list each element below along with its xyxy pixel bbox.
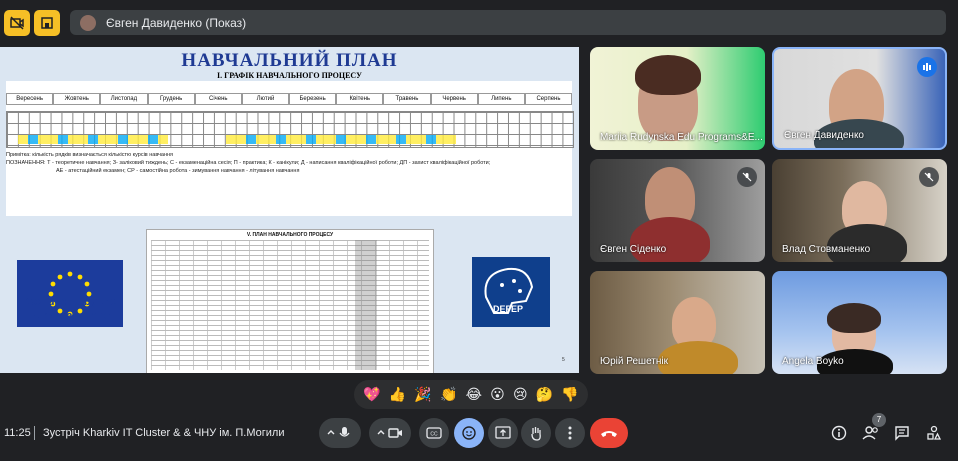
reaction-clap-button[interactable]: 👏 (440, 386, 457, 403)
participant-tile[interactable]: Mariia Rudynska Edu Programs&E... (590, 47, 765, 150)
curriculum-document: V. ПЛАН НАВЧАЛЬНОГО ПРОЦЕСУ (146, 229, 434, 373)
month-cell: Серпень (524, 93, 573, 105)
reaction-thumbs-down-button[interactable]: 👎 (561, 386, 578, 403)
shared-screen[interactable]: НАВЧАЛЬНИЙ ПЛАН І. ГРАФІК НАВЧАЛЬНОГО ПР… (0, 47, 579, 373)
leave-call-button[interactable] (590, 418, 628, 448)
present-lock-icon[interactable] (34, 10, 60, 36)
participant-name: Євген Давиденко (784, 130, 864, 141)
more-options-button[interactable] (555, 418, 585, 448)
month-cell: Травень (383, 93, 431, 105)
activities-button[interactable] (923, 422, 945, 444)
clock: 11:25 (4, 427, 31, 439)
meeting-info-button[interactable] (828, 422, 850, 444)
participant-tile[interactable]: Євген Сіденко (590, 159, 765, 262)
month-cell: Січень (194, 93, 242, 105)
mic-off-icon (737, 167, 757, 187)
participant-tile-speaking[interactable]: Євген Давиденко (772, 47, 947, 150)
slide-title: НАВЧАЛЬНИЙ ПЛАН (181, 50, 398, 71)
captions-button[interactable]: CC (419, 418, 449, 448)
defep-label: DEFEP (493, 304, 524, 314)
month-cell: Листопад (100, 93, 148, 105)
mic-off-icon (919, 167, 939, 187)
participant-video (827, 303, 881, 333)
reaction-surprised-button[interactable]: 😮 (490, 386, 505, 403)
participant-video (635, 55, 701, 95)
note-line: ПОЗНАЧЕННЯ: Т - теоретичне навчання; З- … (6, 160, 491, 166)
page-number: 5 (562, 357, 565, 363)
participant-count-badge: 7 (872, 413, 886, 427)
month-cell: Березень (289, 93, 337, 105)
participant-tile[interactable]: Angela Boyko (772, 271, 947, 374)
reactions-bar: 💖 👍 🎉 👏 😂 😮 😢 🤔 👎 (354, 380, 588, 409)
svg-text:CC: CC (430, 432, 438, 438)
eu-funding-text: Co-funded by the European Union (25, 296, 117, 322)
participant-name: Mariia Rudynska Edu Programs&E... (600, 132, 763, 143)
note-line: АЕ - атестаційний екзамен; СР - самостій… (56, 168, 300, 174)
presenter-label: Євген Давиденко (Показ) (106, 15, 247, 30)
chat-button[interactable] (891, 422, 913, 444)
participant-tile[interactable]: Влад Стовманенко (772, 159, 947, 262)
participant-name: Євген Сіденко (600, 244, 667, 255)
reaction-party-button[interactable]: 🎉 (414, 386, 431, 403)
month-cell: Лютий (241, 93, 290, 105)
camera-button[interactable] (369, 418, 411, 448)
note-line: Примітка: кількість рядків визначається … (6, 152, 174, 158)
raise-hand-button[interactable] (521, 418, 551, 448)
schedule-row (18, 135, 168, 144)
participant-name: Angela Boyko (782, 356, 844, 367)
month-cell: Жовтень (53, 93, 101, 105)
reaction-thumbs-up-button[interactable]: 👍 (389, 386, 406, 403)
defep-logo (472, 257, 550, 327)
month-cell: Грудень (147, 93, 195, 105)
month-header: Вересень Жовтень Листопад Грудень Січень… (6, 93, 573, 105)
participant-video (630, 217, 710, 262)
reaction-laugh-button[interactable]: 😂 (466, 386, 482, 403)
avatar (80, 14, 96, 31)
presenter-banner: Євген Давиденко (Показ) (70, 10, 946, 35)
speaking-indicator-icon (917, 57, 937, 77)
microphone-button[interactable] (319, 418, 361, 448)
schedule-notes: Примітка: кількість рядків визначається … (6, 151, 572, 175)
participant-name: Влад Стовманенко (782, 244, 871, 255)
document-title: V. ПЛАН НАВЧАЛЬНОГО ПРОЦЕСУ (246, 232, 334, 238)
reaction-sad-button[interactable]: 😢 (513, 386, 528, 403)
reaction-heart-button[interactable]: 💖 (363, 386, 380, 403)
present-screen-button[interactable] (488, 418, 518, 448)
camera-off-icon[interactable] (4, 10, 30, 36)
document-highlight (355, 240, 377, 370)
reactions-button[interactable] (454, 418, 484, 448)
month-cell: Квітень (336, 93, 384, 105)
meeting-title: Зустріч Kharkiv IT Cluster & & ЧНУ ім. П… (43, 427, 285, 439)
month-cell: Липень (477, 93, 525, 105)
month-cell: Вересень (6, 93, 54, 105)
document-table (151, 240, 429, 370)
top-bar: Євген Давиденко (Показ) (0, 0, 958, 44)
reaction-thinking-button[interactable]: 🤔 (536, 386, 553, 403)
divider (34, 426, 35, 440)
slide-subtitle: І. ГРАФІК НАВЧАЛЬНОГО ПРОЦЕСУ (217, 71, 362, 80)
month-cell: Червень (430, 93, 478, 105)
participant-video (658, 341, 738, 374)
schedule-row (226, 135, 456, 144)
participant-tile[interactable]: Юрій Решетнік (590, 271, 765, 374)
schedule-table: Вересень Жовтень Листопад Грудень Січень… (6, 81, 574, 216)
participant-name: Юрій Решетнік (600, 356, 668, 367)
bottom-bar: 11:25 Зустріч Kharkiv IT Cluster & & ЧНУ… (0, 413, 958, 461)
participant-video (827, 224, 907, 262)
